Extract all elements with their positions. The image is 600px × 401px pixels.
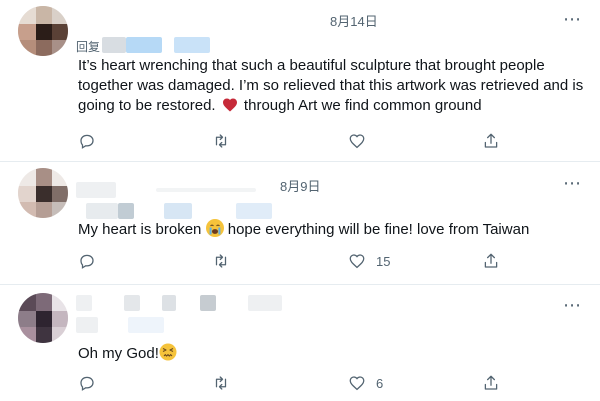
share-button[interactable] (482, 251, 500, 271)
share-button[interactable] (482, 131, 500, 151)
reply-icon (78, 252, 96, 270)
share-icon (482, 374, 500, 392)
reply-icon (78, 132, 96, 150)
avatar[interactable] (18, 168, 68, 218)
reply-to-label: 回复 (76, 40, 101, 54)
redacted-reply-handle-2 (164, 203, 192, 219)
redacted-handle (124, 295, 140, 311)
more-options-icon[interactable]: ⋯ (563, 9, 582, 30)
tweet-date[interactable]: 8月14日 (330, 11, 378, 30)
reply-to-line (76, 317, 296, 335)
reply-button[interactable] (78, 251, 96, 271)
tweet-date[interactable]: 8月9日 (280, 176, 320, 195)
avatar[interactable] (18, 6, 68, 56)
tweet-actions: 15 (78, 251, 498, 271)
retweet-button[interactable] (212, 131, 230, 151)
redacted-handle (126, 37, 162, 53)
redacted-reply-handle-3 (236, 203, 272, 219)
like-button[interactable] (348, 131, 376, 151)
tweet-actions (78, 131, 498, 151)
reply-button[interactable] (78, 373, 96, 393)
red-heart-icon (222, 97, 238, 112)
user-line (76, 295, 296, 313)
like-icon (348, 252, 366, 270)
avatar[interactable] (18, 293, 68, 343)
reply-to-line: 回复 (76, 37, 236, 55)
redacted-reply-to (86, 203, 118, 219)
more-options-icon[interactable]: ⋯ (563, 295, 582, 316)
like-icon (348, 132, 366, 150)
crying-face-icon (205, 219, 224, 237)
like-count: 6 (376, 375, 384, 391)
redacted-handle-2 (174, 37, 210, 53)
redacted-username (76, 182, 116, 198)
retweet-icon (212, 252, 230, 270)
retweet-button[interactable] (212, 373, 230, 393)
retweet-icon (212, 374, 230, 392)
retweet-icon (212, 132, 230, 150)
redacted-reply-to (76, 317, 98, 333)
confounded-face-icon (159, 343, 177, 361)
share-button[interactable] (482, 373, 500, 393)
tweet-1[interactable]: 8月14日 ⋯ 回复 It’s heart wrenching that suc… (0, 0, 600, 160)
more-options-icon[interactable]: ⋯ (563, 173, 582, 194)
redacted-reply-handle (118, 203, 134, 219)
share-icon (482, 132, 500, 150)
redacted-handle (156, 188, 256, 192)
tweet-text: It’s heart wrenching that such a beautif… (78, 57, 584, 114)
reply-icon (78, 374, 96, 392)
redacted-handle-3 (200, 295, 216, 311)
reply-button[interactable] (78, 131, 96, 151)
redacted-reply-handle (128, 317, 164, 333)
tweet-actions: 6 (78, 373, 498, 393)
like-icon (348, 374, 366, 392)
like-button[interactable]: 15 (348, 251, 390, 271)
retweet-button[interactable] (212, 251, 230, 271)
tweet-3[interactable]: ⋯ Oh my God! 6 (0, 285, 600, 401)
share-icon (482, 252, 500, 270)
user-line (76, 182, 276, 200)
tweet-text: Oh my God! (78, 343, 586, 364)
redacted-date (248, 295, 282, 311)
redacted-handle-2 (162, 295, 176, 311)
like-button[interactable]: 6 (348, 373, 383, 393)
tweet-text: My heart is broken hope everything will … (78, 219, 530, 238)
tweet-2[interactable]: 8月9日 ⋯ My heart is broken hope everythin… (0, 162, 600, 284)
redacted-username (76, 295, 92, 311)
like-count: 15 (376, 253, 391, 269)
redacted-username (102, 37, 126, 53)
